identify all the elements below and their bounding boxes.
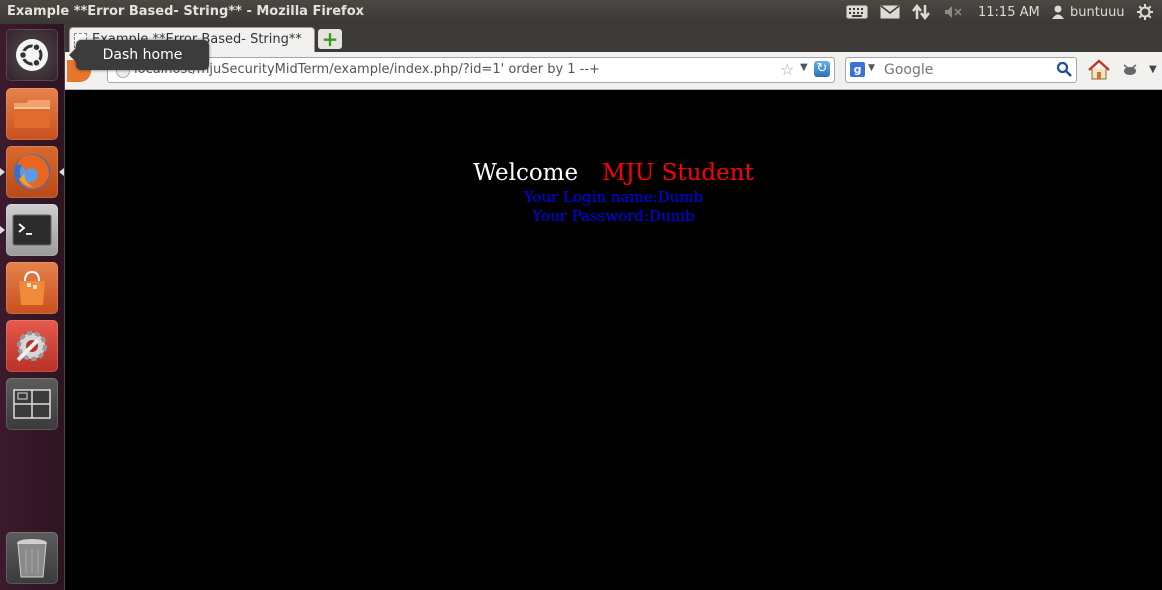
search-input[interactable] [882, 60, 1056, 80]
terminal-launcher-item[interactable] [6, 204, 58, 256]
clock[interactable]: 11:15 AM [978, 3, 1040, 21]
user-name[interactable]: buntuuu [1070, 3, 1125, 21]
tab-bar: Example **Error Based- String** + [65, 24, 1162, 53]
url-bar[interactable]: localhost/mjuSecurityMidTerm/example/ind… [107, 57, 835, 83]
search-engine-dropdown-icon[interactable]: ▼ [868, 63, 875, 73]
system-settings-launcher-item[interactable] [6, 320, 58, 372]
ubuntu-logo-icon [16, 39, 48, 71]
firefox-icon [14, 154, 50, 190]
user-icon[interactable] [1052, 3, 1066, 21]
dash-home-button[interactable] [6, 29, 58, 81]
menu-dropdown-icon[interactable]: ▼ [1149, 64, 1157, 75]
search-bar[interactable]: g ▼ [845, 57, 1077, 83]
bookmark-star-icon[interactable]: ☆ [780, 60, 794, 79]
mail-icon[interactable] [880, 3, 902, 21]
active-indicator [59, 168, 64, 176]
network-icon[interactable] [912, 3, 934, 21]
running-indicator [0, 168, 5, 176]
power-icon[interactable] [1137, 3, 1155, 21]
workspace-switcher-icon [13, 389, 51, 419]
firefox-launcher-item[interactable] [6, 146, 58, 198]
password-line: Your Password:Dumb [532, 207, 695, 225]
page-content: Welcome MJU Student Your Login name:Dumb … [65, 90, 1162, 590]
launcher [0, 24, 65, 590]
student-name: MJU Student [602, 160, 754, 186]
terminal-icon [12, 214, 52, 246]
running-indicator [0, 226, 5, 234]
navigation-bar: localhost/mjuSecurityMidTerm/example/ind… [65, 52, 1162, 90]
volume-muted-icon[interactable] [944, 3, 966, 21]
reload-button[interactable]: ↻ [814, 61, 830, 77]
shopping-bag-icon [19, 270, 45, 305]
keyboard-icon[interactable] [846, 3, 870, 21]
search-magnifier-icon[interactable] [1056, 61, 1072, 77]
launcher-tooltip: Dash home [69, 40, 209, 70]
window-title: Example **Error Based- String** - Mozill… [7, 4, 365, 19]
home-button[interactable] [1087, 58, 1111, 82]
login-name-line: Your Login name:Dumb [523, 188, 704, 206]
top-panel: Example **Error Based- String** - Mozill… [0, 0, 1162, 24]
software-center-launcher-item[interactable] [6, 262, 58, 314]
welcome-text: Welcome [473, 160, 579, 186]
new-tab-button[interactable]: + [318, 29, 342, 49]
addon-icon[interactable] [1121, 62, 1139, 76]
trash-launcher-item[interactable] [6, 532, 58, 584]
google-search-engine-icon[interactable]: g [850, 62, 865, 77]
settings-gear-icon [16, 331, 47, 362]
url-history-dropdown-icon[interactable]: ▼ [800, 62, 808, 73]
workspace-switcher-launcher-item[interactable] [6, 378, 58, 430]
welcome-heading: Welcome MJU Student [65, 160, 1162, 186]
files-launcher-item[interactable] [6, 88, 58, 140]
home-icon [1088, 59, 1110, 80]
folder-icon [14, 100, 50, 128]
trash-icon [17, 539, 47, 578]
